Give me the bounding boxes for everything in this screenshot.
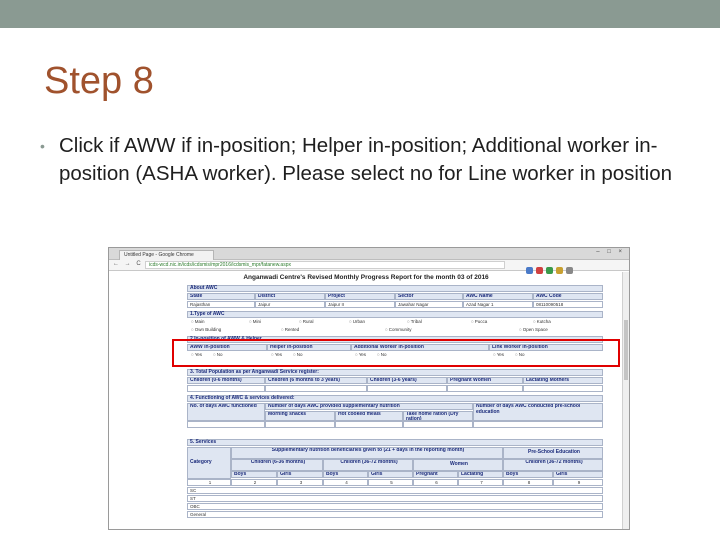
- radio-main[interactable]: Main: [191, 319, 205, 325]
- sub-boys: Boys: [503, 471, 553, 478]
- awc-code-value: 08110090518: [533, 301, 603, 308]
- col-sector: Sector: [395, 293, 463, 300]
- project-value: Jaipur II: [325, 301, 395, 308]
- preschool-input[interactable]: [473, 421, 603, 428]
- scrollbar[interactable]: [622, 272, 629, 529]
- pop-input[interactable]: [523, 385, 603, 392]
- pop-children-6m-3y: Children (6 months to 3 years): [265, 377, 367, 384]
- population-heading: 3. Total Population as per Anganwadi Ser…: [187, 369, 603, 376]
- report-page: Anganwadi Centre's Revised Monthly Progr…: [109, 272, 623, 529]
- functioning-heading: 4. Functioning of AWC & services deliver…: [187, 395, 603, 402]
- type-awc-heading: 1.Type of AWC: [187, 311, 603, 318]
- col-number: 4: [323, 479, 368, 486]
- col-number: 5: [368, 479, 413, 486]
- supp-nutrition-label: Number of days AWC provided supplementar…: [265, 403, 473, 410]
- pop-lactating-mothers: Lactating Mothers: [523, 377, 603, 384]
- address-bar[interactable]: icds-wcd.nic.in/icds/icdsmis/mpr2016/icd…: [145, 261, 505, 269]
- hot-meals-input[interactable]: [335, 421, 403, 428]
- highlight-box: [172, 339, 620, 367]
- sub-girls: Girls: [277, 471, 323, 478]
- hot-cooked-meals-label: Hot cooked meals: [335, 411, 403, 421]
- snacks-input[interactable]: [265, 421, 335, 428]
- col-number: 2: [231, 479, 277, 486]
- pop-children-3-6y: Children (3-6 years): [367, 377, 447, 384]
- sub-boys: Boys: [231, 471, 277, 478]
- sub-pregnant: Pregnant: [413, 471, 458, 478]
- about-awc-heading: About AWC: [187, 285, 603, 292]
- services-heading: 5. Services: [187, 439, 603, 446]
- browser-toolbar: ← → C icds-wcd.nic.in/icds/icdsmis/mpr20…: [109, 260, 629, 274]
- group-children-6-36: Children (6-36 months): [231, 459, 323, 471]
- preschool-days-label: Number of days AWC conducted pre-school …: [473, 403, 603, 421]
- col-number: 8: [503, 479, 553, 486]
- district-value: Jaipur: [255, 301, 325, 308]
- col-awc-name: AWC Name: [463, 293, 533, 300]
- col-awc-code: AWC Code: [533, 293, 603, 300]
- slide-title: Step 8: [44, 60, 154, 102]
- col-number: 9: [553, 479, 603, 486]
- row-general: General: [187, 511, 603, 518]
- radio-urban[interactable]: Urban: [349, 319, 365, 325]
- browser-titlebar: Untitled Page - Google Chrome – □ ×: [109, 248, 629, 260]
- sub-girls: Girls: [368, 471, 413, 478]
- radio-own-building[interactable]: Own Building: [191, 327, 222, 333]
- pop-input[interactable]: [265, 385, 367, 392]
- bullet-text: Click if AWW if in-position; Helper in-p…: [59, 134, 673, 185]
- radio-rented[interactable]: Rented: [281, 327, 300, 333]
- group-children-36-72: Children (36-72 months): [323, 459, 413, 471]
- take-home-ration-label: Take home ration (Dry ration): [403, 411, 473, 421]
- slide-top-bar: [0, 0, 720, 28]
- group-pse-children: Children (36-72 months): [503, 459, 603, 471]
- nav-buttons-icon[interactable]: ← → C: [113, 261, 143, 267]
- row-st: ST: [187, 495, 603, 502]
- state-value: Rajasthan: [187, 301, 255, 308]
- col-number: 6: [413, 479, 458, 486]
- col-number: 3: [277, 479, 323, 486]
- days-functioned-label: No. of days AWC functioned: [187, 403, 265, 421]
- pse-header: Pre-School Education: [503, 447, 603, 459]
- scrollbar-thumb[interactable]: [624, 320, 628, 380]
- morning-snacks-label: Morning snacks: [265, 411, 335, 421]
- window-controls-icon[interactable]: – □ ×: [596, 249, 625, 255]
- col-number: 1: [187, 479, 231, 486]
- pop-input[interactable]: [447, 385, 523, 392]
- radio-community[interactable]: Community: [385, 327, 412, 333]
- pop-input[interactable]: [367, 385, 447, 392]
- col-district: District: [255, 293, 325, 300]
- pop-pregnant-women: Pregnant Women: [447, 377, 523, 384]
- pop-children-0-6m: Children (0-6 months): [187, 377, 265, 384]
- col-project: Project: [325, 293, 395, 300]
- pop-input[interactable]: [187, 385, 265, 392]
- thr-input[interactable]: [403, 421, 473, 428]
- category-header: Category: [187, 447, 231, 479]
- radio-tribal[interactable]: Tribal: [407, 319, 422, 325]
- group-women: Women: [413, 459, 503, 471]
- sector-value: Jawahar Nagar: [395, 301, 463, 308]
- embedded-screenshot: Untitled Page - Google Chrome – □ × ← → …: [108, 247, 630, 530]
- awc-name-value: Azad Nagar 1: [463, 301, 533, 308]
- radio-pucca[interactable]: Pucca: [471, 319, 488, 325]
- radio-kutcha[interactable]: Kutcha: [533, 319, 551, 325]
- col-number: 7: [458, 479, 503, 486]
- sub-lactating: Lactating: [458, 471, 503, 478]
- extension-icons[interactable]: [523, 261, 623, 274]
- radio-mini[interactable]: Mini: [249, 319, 261, 325]
- radio-rural[interactable]: Rural: [299, 319, 314, 325]
- days-input[interactable]: [187, 421, 265, 428]
- bullet-point: • Click if AWW if in-position; Helper in…: [40, 132, 680, 188]
- col-state: State: [187, 293, 255, 300]
- sub-boys: Boys: [323, 471, 368, 478]
- supp-beneficiaries-header: Supplementary nutrition beneficiaries gi…: [231, 447, 503, 459]
- bullet-dot-icon: •: [40, 138, 45, 154]
- browser-tab[interactable]: Untitled Page - Google Chrome: [119, 250, 214, 260]
- row-sc: SC: [187, 487, 603, 494]
- radio-open-space[interactable]: Open Space: [519, 327, 548, 333]
- row-obc: OBC: [187, 503, 603, 510]
- sub-girls: Girls: [553, 471, 603, 478]
- report-title: Anganwadi Centre's Revised Monthly Progr…: [243, 274, 489, 281]
